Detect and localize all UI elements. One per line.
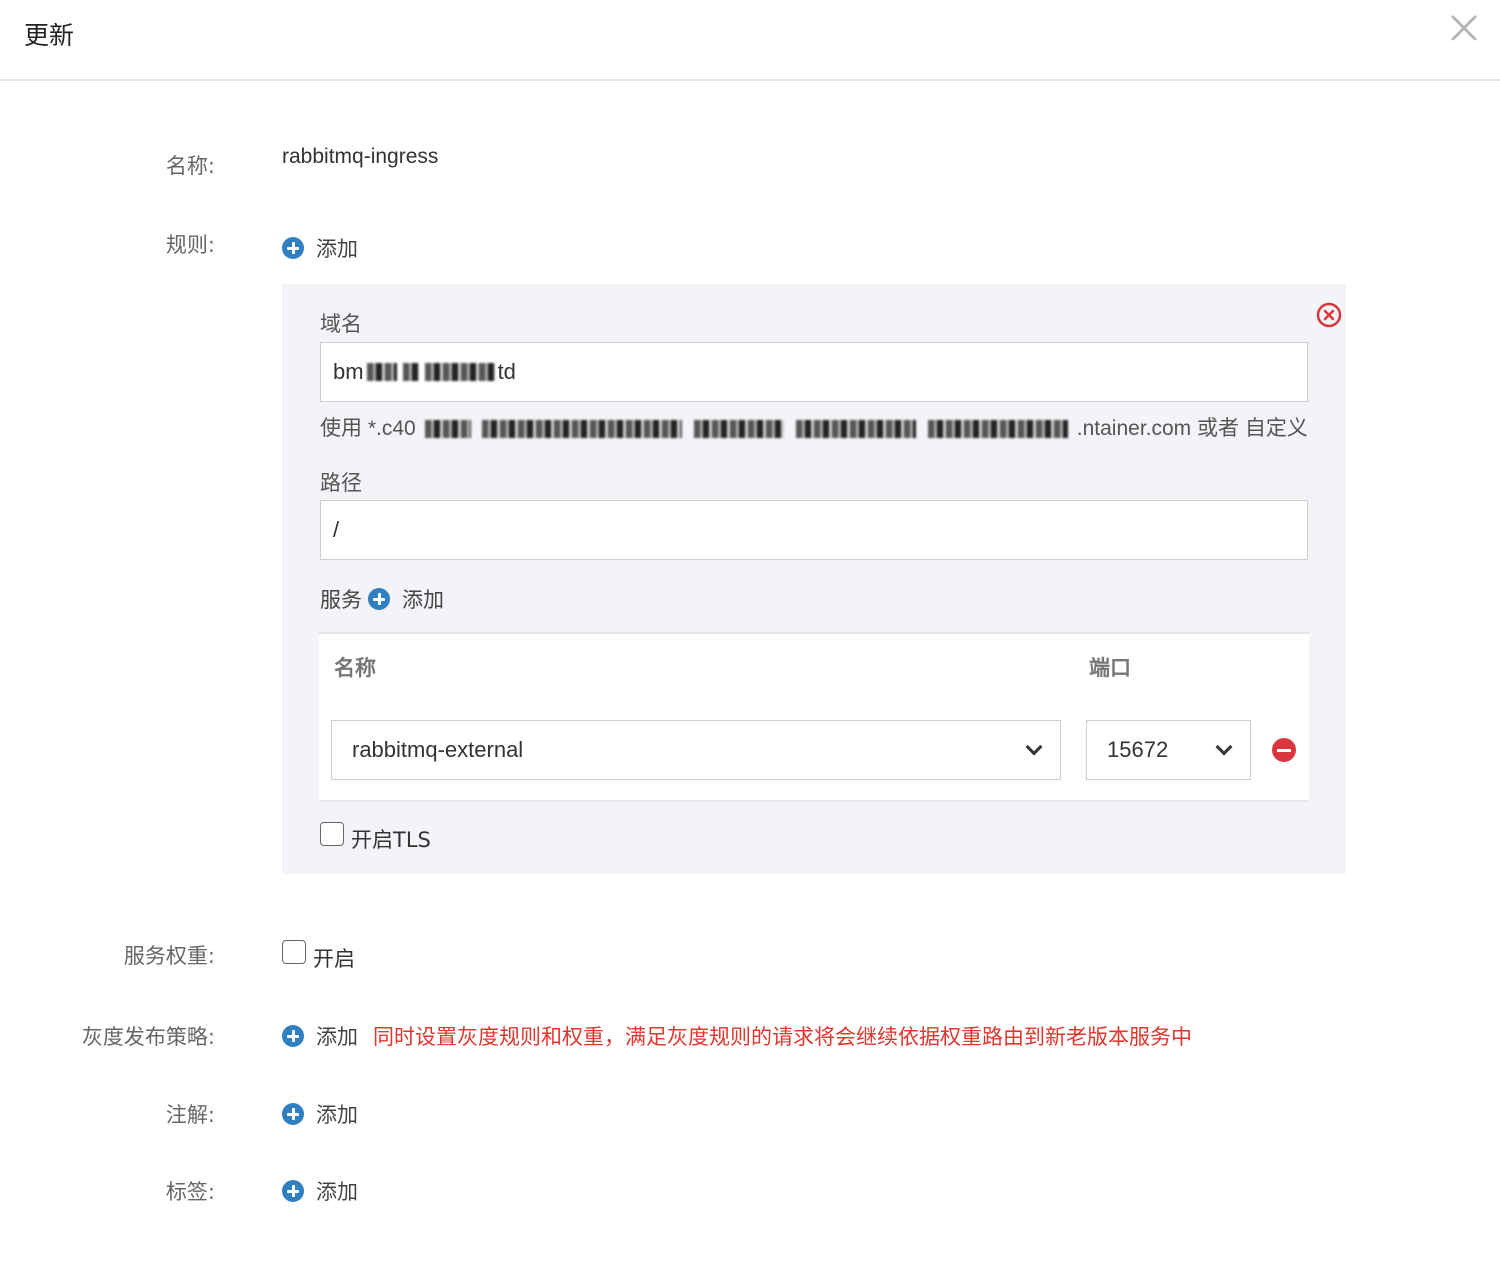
domain-hint-suffix: .ntainer.com 或者 自定义 (1076, 417, 1308, 440)
tls-label: 开启TLS (351, 828, 431, 852)
service-add-row: 服务 添加 (320, 584, 444, 614)
domain-value-suffix: td (497, 359, 516, 384)
port-select[interactable]: 15672 (1086, 720, 1251, 780)
name-label: 名称: (165, 154, 215, 178)
redacted-text (796, 420, 917, 439)
redacted-text (402, 363, 419, 381)
domain-value-prefix: bm (333, 359, 364, 384)
tls-checkbox[interactable] (320, 822, 344, 846)
annotation-label: 注解: (165, 1103, 215, 1127)
add-rule-label: 添加 (316, 237, 358, 261)
tag-label: 标签: (165, 1180, 215, 1204)
path-label: 路径 (320, 471, 362, 495)
service-weight-label: 服务权重: (123, 944, 215, 968)
service-select-value: rabbitmq-external (352, 737, 524, 762)
service-table: 名称 端口 rabbitmq-external 15672 (319, 632, 1309, 802)
gray-warning-text: 同时设置灰度规则和权重，满足灰度规则的请求将会继续依据权重路由到新老版本服务中 (373, 1025, 1192, 1049)
service-weight-checkbox[interactable] (282, 940, 306, 964)
service-add-label[interactable]: 添加 (402, 584, 444, 614)
add-tag-label: 添加 (316, 1180, 358, 1204)
remove-service-icon[interactable] (1272, 738, 1296, 762)
service-select[interactable]: rabbitmq-external (331, 720, 1061, 780)
plus-circle-icon (282, 1103, 304, 1125)
plus-circle-icon (282, 1180, 304, 1202)
redacted-text (694, 420, 785, 439)
dialog-header: 更新 (0, 0, 1500, 81)
close-icon[interactable] (1448, 12, 1480, 44)
add-gray-label: 添加 (316, 1025, 358, 1049)
redacted-text (424, 420, 471, 439)
redacted-text (366, 363, 397, 381)
add-tag-button[interactable]: 添加 (282, 1176, 358, 1206)
domain-input[interactable]: bm td (320, 342, 1308, 402)
service-label: 服务 (320, 588, 362, 612)
plus-circle-icon (282, 1025, 304, 1047)
redacted-text (424, 363, 495, 381)
add-annotation-button[interactable]: 添加 (282, 1099, 358, 1129)
column-header-port: 端口 (1089, 656, 1131, 680)
domain-hint: 使用 *.c40 .ntainer.com 或者 自定义 (320, 412, 1308, 442)
domain-hint-prefix: 使用 *.c40 (320, 417, 416, 440)
column-header-name: 名称 (334, 656, 376, 680)
redacted-text (927, 420, 1068, 439)
plus-circle-icon (282, 237, 304, 259)
redacted-text (482, 420, 683, 439)
add-rule-button[interactable]: 添加 (282, 233, 358, 263)
remove-rule-icon[interactable] (1316, 302, 1342, 328)
gray-release-label: 灰度发布策略: (81, 1025, 215, 1049)
service-weight-option: 开启 (313, 947, 355, 971)
plus-circle-icon[interactable] (368, 588, 390, 610)
domain-label: 域名 (320, 312, 362, 336)
rule-panel: 域名 bm td 使用 *.c40 .ntainer.com 或者 自定义 路径… (282, 284, 1346, 874)
port-select-value: 15672 (1107, 737, 1169, 762)
path-input[interactable]: / (320, 500, 1308, 560)
add-gray-button[interactable]: 添加 (282, 1021, 358, 1051)
chevron-down-icon (1025, 738, 1043, 756)
chevron-down-icon (1215, 738, 1233, 756)
add-annotation-label: 添加 (316, 1103, 358, 1127)
rules-label: 规则: (165, 233, 215, 257)
name-value: rabbitmq-ingress (282, 145, 439, 168)
dialog-title: 更新 (24, 21, 75, 50)
